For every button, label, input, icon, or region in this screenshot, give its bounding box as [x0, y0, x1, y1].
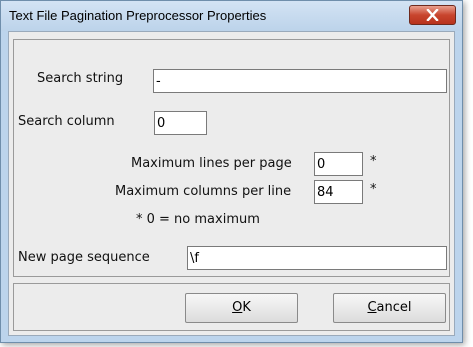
max-columns-label: Maximum columns per line [115, 184, 292, 199]
button-bar: OK Cancel [13, 283, 450, 331]
cancel-label-rest: ancel [376, 300, 412, 315]
title-bar[interactable]: Text File Pagination Preprocessor Proper… [1, 1, 462, 31]
ok-label-rest: K [242, 300, 251, 315]
max-columns-asterisk: * [370, 182, 377, 197]
dialog-window: Text File Pagination Preprocessor Proper… [0, 0, 463, 343]
no-maximum-note: * 0 = no maximum [136, 212, 260, 227]
search-column-input[interactable] [154, 111, 207, 135]
max-columns-input[interactable] [314, 180, 363, 204]
max-lines-asterisk: * [370, 154, 377, 169]
properties-panel: Search string Search column Maximum line… [13, 39, 450, 277]
dialog-content: Search string Search column Maximum line… [8, 31, 455, 336]
ok-button[interactable]: OK [185, 293, 298, 323]
cancel-mnemonic: C [367, 300, 377, 315]
new-page-sequence-input[interactable] [187, 246, 447, 270]
max-lines-input[interactable] [314, 152, 363, 176]
close-icon [426, 9, 439, 21]
max-lines-label: Maximum lines per page [131, 156, 292, 171]
new-page-sequence-label: New page sequence [18, 250, 150, 265]
window-title: Text File Pagination Preprocessor Proper… [9, 8, 267, 23]
cancel-button[interactable]: Cancel [333, 293, 446, 323]
ok-mnemonic: O [232, 300, 243, 315]
search-string-input[interactable] [153, 69, 447, 93]
search-string-label: Search string [37, 71, 124, 86]
search-column-label: Search column [18, 114, 115, 129]
close-button[interactable] [409, 5, 456, 25]
